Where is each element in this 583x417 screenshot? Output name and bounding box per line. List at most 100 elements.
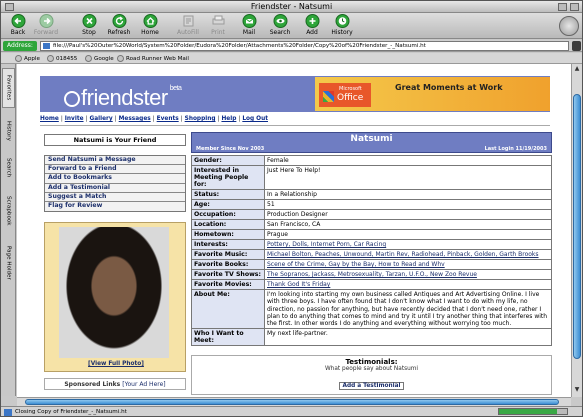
nav-messages[interactable]: Messages (119, 116, 151, 122)
profile-field-label: About Me: (192, 290, 264, 329)
nav-invite[interactable]: Invite (65, 116, 84, 122)
collapse-box-icon[interactable] (570, 3, 579, 11)
profile-field-value: San Francisco, CA (265, 220, 551, 229)
load-progress (498, 408, 568, 415)
refresh-button[interactable]: Refresh (104, 14, 134, 36)
profile-field-value: Female (265, 156, 551, 165)
tab-history[interactable]: History (2, 114, 15, 148)
ad-headline: Great Moments at Work (395, 83, 503, 92)
nav-help[interactable]: Help (221, 116, 236, 122)
profile-field-label: Age: (192, 200, 264, 209)
profile-field-label: Status: (192, 190, 264, 199)
search-button[interactable]: Search (265, 14, 295, 36)
vertical-scroll-thumb[interactable] (573, 94, 581, 359)
status-text: Closing Copy of Friendster_-_Natsumi.ht (15, 409, 127, 415)
profile-field-value[interactable]: Thank God It's Friday (265, 280, 551, 289)
url-text: file:///Paul's%20Outer%20World/System%20… (53, 43, 426, 49)
profile-field-label: Gender: (192, 156, 264, 165)
printer-icon (211, 14, 226, 28)
profile-field-label: Favorite TV Shows: (192, 270, 264, 279)
scroll-up-arrow-icon[interactable]: ▲ (573, 65, 581, 73)
address-label: Address: (3, 41, 37, 51)
profile-field-label: Who I Want to Meet: (192, 329, 264, 346)
member-since: Member Since Nov 2003 (196, 146, 265, 152)
nav-logout[interactable]: Log Out (242, 116, 268, 122)
tab-search[interactable]: Search (2, 152, 15, 184)
nav-gallery[interactable]: Gallery (89, 116, 112, 122)
profile-field-value[interactable]: Pottery, Dolls, Internet Porn, Car Racin… (265, 240, 551, 249)
smiley-logo-icon (64, 91, 80, 107)
zoom-box-icon[interactable] (558, 3, 567, 11)
page-file-icon (43, 43, 50, 49)
tab-favorites[interactable]: Favorites (2, 68, 15, 108)
browser-window: Friendster - Natsumi Back Forward Stop R… (0, 0, 583, 417)
profile-row: Who I Want to Meet: My next life-partner. (192, 329, 551, 346)
profile-table: Gender: Female Interested in Meeting Peopl… (191, 155, 552, 347)
your-ad-here-link[interactable]: [Your Ad Here] (122, 381, 165, 388)
action-flag[interactable]: Flag for Review (45, 201, 185, 212)
banner-ad[interactable]: Microsoft Office Great Moments at Work (315, 77, 550, 111)
profile-field-label: Favorite Movies: (192, 280, 264, 289)
profile-field-value: 51 (265, 200, 551, 209)
url-field[interactable]: file:///Paul's%20Outer%20World/System%20… (40, 41, 569, 51)
profile-field-label: Hometown: (192, 230, 264, 239)
forward-button[interactable]: Forward (31, 14, 61, 36)
forward-arrow-icon (39, 14, 54, 28)
profile-row: Age: 51 (192, 200, 551, 209)
home-button[interactable]: Home (135, 14, 165, 36)
print-button[interactable]: Print (203, 14, 233, 36)
profile-field-label: Interests: (192, 240, 264, 249)
photo-frame: [View Full Photo] (44, 222, 187, 373)
profile-field-value[interactable]: Scene of the Crime, Gay by the Bay, How … (265, 260, 551, 269)
favorite-018455[interactable]: 018455 (47, 54, 77, 63)
nav-events[interactable]: Events (157, 116, 179, 122)
profile-field-value[interactable]: The Sopranos, Jackass, Metrosexuality, T… (265, 270, 551, 279)
friendster-logo[interactable]: friendster beta (64, 85, 182, 111)
profile-field-value: Just Here To Help! (265, 166, 551, 189)
stop-button[interactable]: Stop (74, 14, 104, 36)
action-bookmark[interactable]: Add to Bookmarks (45, 174, 185, 184)
back-button[interactable]: Back (3, 14, 33, 36)
scroll-down-arrow-icon[interactable]: ▼ (573, 386, 581, 394)
profile-field-label: Occupation: (192, 210, 264, 219)
autofill-button[interactable]: AutoFill (173, 14, 203, 36)
profile-name: Natsumi (350, 134, 393, 144)
tab-page-holder[interactable]: Page Holder (2, 238, 15, 288)
vertical-scrollbar[interactable]: ▲ ▼ (571, 64, 582, 397)
left-column: Natsumi is Your Friend Send Natsumi a Me… (44, 134, 187, 391)
toolbar: Back Forward Stop Refresh Home AutoFill … (1, 13, 582, 39)
history-button[interactable]: History (327, 14, 357, 36)
favorite-road-runner[interactable]: Road Runner Web Mail (117, 54, 189, 63)
page-content: friendster beta Microsoft Office Great Mo… (17, 64, 571, 397)
profile-row: Favorite TV Shows: The Sopranos, Jackass,… (192, 270, 551, 279)
profile-field-label: Interested in Meeting People for: (192, 166, 264, 189)
address-bar: Address: file:///Paul's%20Outer%20World/… (1, 40, 582, 52)
tab-scrapbook[interactable]: Scrapbook (2, 188, 15, 234)
profile-field-value[interactable]: Michael Bolton, Peaches, Unwound, Martin… (265, 250, 551, 259)
profile-photo[interactable] (59, 227, 169, 359)
add-testimonial-button[interactable]: Add a Testimonial (339, 382, 404, 391)
add-favorite-button[interactable]: Add (297, 14, 327, 36)
nav-home[interactable]: Home (40, 116, 59, 122)
profile-row: Occupation: Production Designer (192, 210, 551, 219)
action-forward[interactable]: Forward to a Friend (45, 165, 185, 175)
mail-button[interactable]: Mail (234, 14, 264, 36)
refresh-icon (112, 14, 127, 28)
sponsored-links: Sponsored Links [Your Ad Here] (44, 378, 186, 391)
action-suggest-match[interactable]: Suggest a Match (45, 192, 185, 202)
profile-field-value: Production Designer (265, 210, 551, 219)
horizontal-scrollbar[interactable] (17, 397, 571, 406)
globe-icon (85, 55, 92, 62)
horizontal-scroll-thumb[interactable] (25, 399, 559, 405)
close-box-icon[interactable] (5, 3, 14, 11)
favorite-google[interactable]: Google (85, 54, 114, 63)
favorite-apple[interactable]: Apple (15, 54, 40, 63)
friendster-header: friendster beta Microsoft Office Great Mo… (40, 76, 550, 112)
nav-shopping[interactable]: Shopping (185, 116, 216, 122)
action-send-message[interactable]: Send Natsumi a Message (45, 156, 185, 166)
view-full-photo-link[interactable]: [View Full Photo] (45, 361, 187, 367)
action-add-testimonial[interactable]: Add a Testimonial (45, 183, 185, 193)
go-icon[interactable] (572, 41, 581, 51)
profile-field-label: Location: (192, 220, 264, 229)
right-column: Natsumi Member Since Nov 2003 Last Login… (191, 132, 552, 396)
